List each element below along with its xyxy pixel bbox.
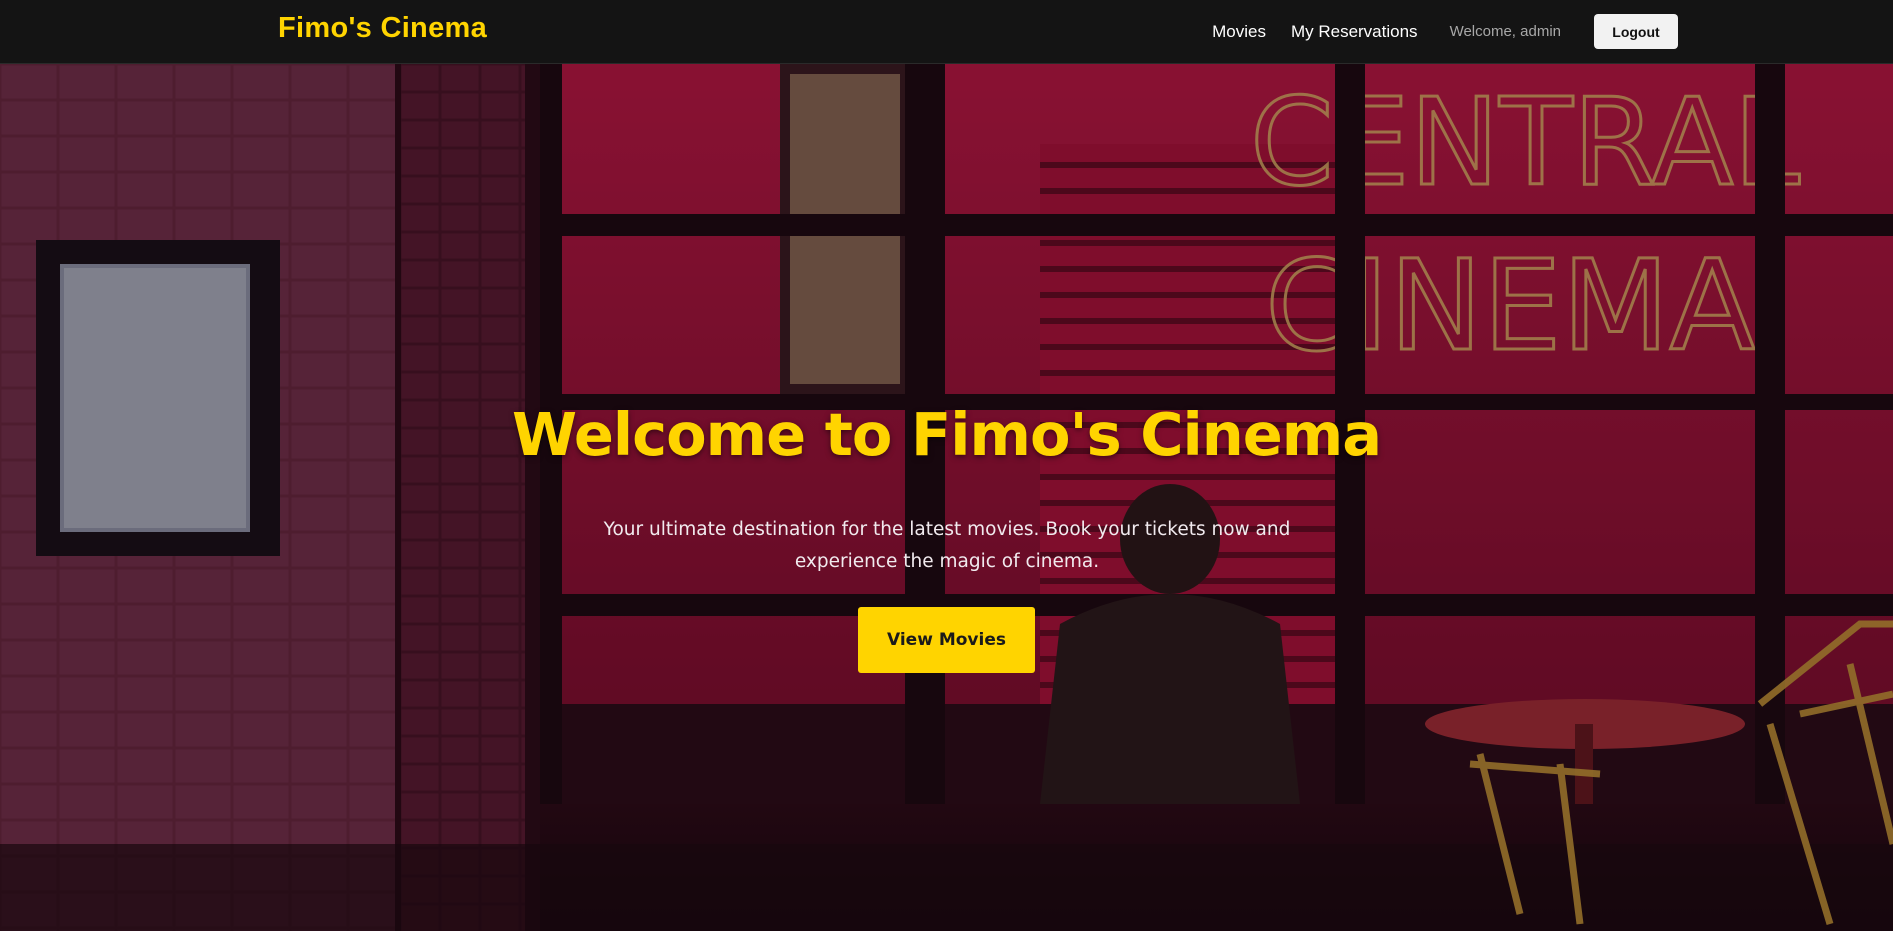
hero-section: CENTRAL CINEMA Welcome to Fimo's Cinema … bbox=[0, 64, 1893, 931]
nav-right-group: Movies My Reservations Welcome, admin Lo… bbox=[1187, 0, 1678, 63]
logout-button[interactable]: Logout bbox=[1594, 14, 1678, 49]
top-navbar: Fimo's Cinema Movies My Reservations Wel… bbox=[0, 0, 1893, 64]
view-movies-button[interactable]: View Movies bbox=[858, 607, 1035, 673]
hero-title: Welcome to Fimo's Cinema bbox=[511, 400, 1382, 469]
hero-subtitle: Your ultimate destination for the latest… bbox=[603, 519, 1291, 572]
brand-logo-link[interactable]: Fimo's Cinema bbox=[278, 12, 487, 45]
nav-link-movies[interactable]: Movies bbox=[1212, 22, 1266, 42]
hero-content: Welcome to Fimo's Cinema Your ultimate d… bbox=[0, 64, 1893, 931]
welcome-user-text: Welcome, admin bbox=[1449, 23, 1561, 40]
nav-link-my-reservations[interactable]: My Reservations bbox=[1291, 22, 1418, 42]
